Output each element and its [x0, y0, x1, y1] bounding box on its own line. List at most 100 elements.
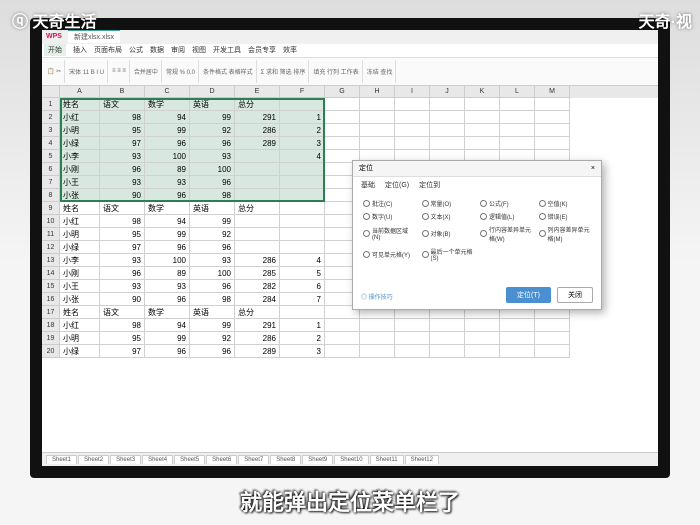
row-header[interactable]: 4 — [42, 137, 60, 150]
cell[interactable]: 姓名 — [60, 98, 100, 111]
cell[interactable]: 93 — [190, 150, 235, 163]
cell[interactable]: 1 — [280, 111, 325, 124]
locate-option[interactable]: 空值(K) — [539, 199, 592, 208]
sheet-tab[interactable]: Sheet9 — [302, 455, 333, 464]
cell[interactable] — [235, 215, 280, 228]
cell[interactable] — [465, 332, 500, 345]
locate-option[interactable]: 可见单元格(Y) — [363, 247, 416, 262]
cell[interactable] — [500, 137, 535, 150]
cell[interactable]: 94 — [145, 215, 190, 228]
cell[interactable] — [395, 98, 430, 111]
sheet-tab[interactable]: Sheet10 — [334, 455, 368, 464]
cell[interactable]: 96 — [145, 345, 190, 358]
cell[interactable]: 小红 — [60, 111, 100, 124]
cell[interactable] — [395, 319, 430, 332]
menu-item[interactable]: 开始 — [44, 44, 66, 56]
cell[interactable] — [280, 176, 325, 189]
cell[interactable]: 100 — [190, 163, 235, 176]
cell[interactable]: 98 — [190, 293, 235, 306]
cell[interactable]: 289 — [235, 137, 280, 150]
cell[interactable]: 小李 — [60, 150, 100, 163]
cell[interactable] — [500, 332, 535, 345]
cell[interactable] — [465, 124, 500, 137]
cell[interactable]: 284 — [235, 293, 280, 306]
row-header[interactable]: 20 — [42, 345, 60, 358]
menu-item[interactable]: 开发工具 — [213, 45, 241, 55]
row-header[interactable]: 8 — [42, 189, 60, 202]
menu-item[interactable]: 数据 — [150, 45, 164, 55]
cell[interactable] — [465, 111, 500, 124]
cell[interactable]: 93 — [100, 280, 145, 293]
cell[interactable]: 100 — [145, 150, 190, 163]
row-header[interactable]: 5 — [42, 150, 60, 163]
row-header[interactable]: 2 — [42, 111, 60, 124]
cell[interactable]: 99 — [145, 332, 190, 345]
cell[interactable]: 98 — [100, 111, 145, 124]
cell[interactable]: 2 — [280, 124, 325, 137]
cell[interactable] — [325, 124, 360, 137]
cell[interactable]: 99 — [190, 111, 235, 124]
row-header[interactable]: 14 — [42, 267, 60, 280]
cell[interactable]: 小刚 — [60, 267, 100, 280]
cell[interactable] — [360, 319, 395, 332]
menu-item[interactable]: 审阅 — [171, 45, 185, 55]
cell[interactable]: 小绿 — [60, 345, 100, 358]
cell[interactable] — [465, 137, 500, 150]
dialog-tab[interactable]: 定位到 — [419, 180, 440, 190]
cell[interactable] — [535, 124, 570, 137]
cell[interactable]: 97 — [100, 137, 145, 150]
cell[interactable]: 93 — [190, 254, 235, 267]
cell[interactable]: 数学 — [145, 202, 190, 215]
cell[interactable] — [280, 306, 325, 319]
cell[interactable]: 小张 — [60, 189, 100, 202]
col-header[interactable]: C — [145, 86, 190, 98]
cell[interactable]: 96 — [145, 293, 190, 306]
cell[interactable]: 282 — [235, 280, 280, 293]
cell[interactable] — [325, 332, 360, 345]
menu-item[interactable]: 会员专享 — [248, 45, 276, 55]
cell[interactable]: 92 — [190, 228, 235, 241]
cell[interactable]: 90 — [100, 293, 145, 306]
cell[interactable]: 小明 — [60, 228, 100, 241]
cell[interactable] — [430, 124, 465, 137]
cell[interactable]: 语文 — [100, 306, 145, 319]
select-all-corner[interactable] — [42, 86, 60, 98]
row-header[interactable]: 17 — [42, 306, 60, 319]
cell[interactable] — [235, 241, 280, 254]
close-icon[interactable]: × — [591, 165, 595, 172]
col-header[interactable]: F — [280, 86, 325, 98]
cell[interactable] — [235, 189, 280, 202]
cell[interactable] — [500, 98, 535, 111]
cell[interactable] — [500, 111, 535, 124]
cell[interactable]: 96 — [145, 241, 190, 254]
row-header[interactable]: 3 — [42, 124, 60, 137]
cell[interactable]: 2 — [280, 332, 325, 345]
cell[interactable]: 5 — [280, 267, 325, 280]
cell[interactable]: 90 — [100, 189, 145, 202]
col-header[interactable]: E — [235, 86, 280, 98]
cell[interactable] — [360, 137, 395, 150]
cell[interactable]: 289 — [235, 345, 280, 358]
cell[interactable]: 语文 — [100, 202, 145, 215]
sheet-tab[interactable]: Sheet7 — [238, 455, 269, 464]
cell[interactable] — [395, 124, 430, 137]
menu-item[interactable]: 插入 — [73, 45, 87, 55]
cell[interactable]: 286 — [235, 254, 280, 267]
cell[interactable] — [280, 215, 325, 228]
cell[interactable]: 99 — [145, 124, 190, 137]
cell[interactable] — [535, 345, 570, 358]
menu-item[interactable]: 效率 — [283, 45, 297, 55]
row-header[interactable]: 12 — [42, 241, 60, 254]
cell[interactable]: 数学 — [145, 306, 190, 319]
sheet-tab[interactable]: Sheet11 — [370, 455, 404, 464]
cell[interactable] — [280, 241, 325, 254]
sheet-tab[interactable]: Sheet6 — [206, 455, 237, 464]
cell[interactable] — [430, 137, 465, 150]
cell[interactable] — [535, 98, 570, 111]
cell[interactable]: 数学 — [145, 98, 190, 111]
cell[interactable]: 92 — [190, 124, 235, 137]
cell[interactable] — [465, 98, 500, 111]
cell[interactable]: 93 — [145, 280, 190, 293]
cell[interactable] — [360, 332, 395, 345]
cell[interactable] — [280, 163, 325, 176]
